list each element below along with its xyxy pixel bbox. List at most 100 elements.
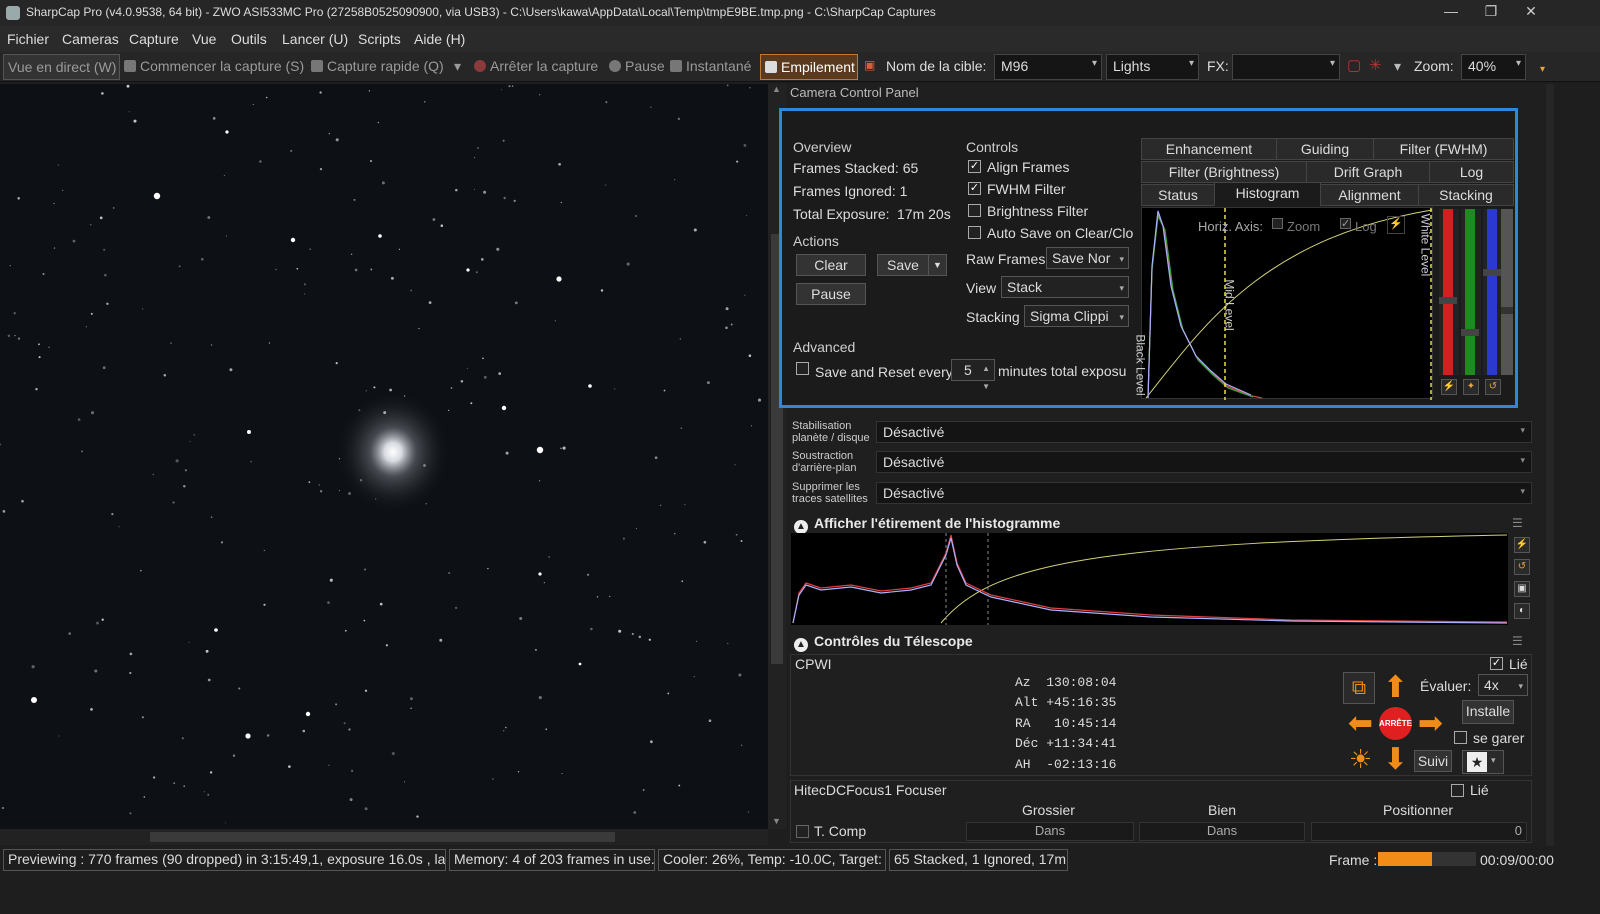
pause-stack-button[interactable]: Pause — [796, 283, 866, 305]
align-frames-checkbox[interactable]: ✓ — [968, 160, 981, 173]
clear-button[interactable]: Clear — [796, 254, 866, 276]
stacking-method-select[interactable]: Sigma Clippi ▾ — [1024, 305, 1129, 327]
focuser-linked-checkbox[interactable] — [1451, 784, 1464, 797]
background-subtraction-select[interactable]: Désactivé ▾ — [876, 451, 1532, 473]
arrow-left-icon[interactable]: ⬅ — [1343, 706, 1378, 741]
histogram-stretch-plot[interactable] — [791, 533, 1508, 625]
collapse-icon[interactable]: ▲ — [794, 638, 808, 652]
satellite-removal-select[interactable]: Désactivé ▾ — [876, 482, 1532, 504]
star — [496, 247, 500, 251]
section-menu-icon[interactable]: ☰ — [1512, 516, 1523, 530]
stop-capture-button[interactable]: Arrêter la capture — [474, 58, 598, 74]
sparkle-icon[interactable]: ✦ — [1463, 379, 1479, 395]
zoom-select[interactable]: 40% ▾ — [1461, 54, 1526, 80]
snapshot-button[interactable]: Instantané — [670, 58, 751, 74]
tab-status[interactable]: Status — [1141, 184, 1215, 206]
fwhm-filter-checkbox[interactable]: ✓ — [968, 182, 981, 195]
fx-select[interactable]: ▾ — [1232, 54, 1340, 80]
fine-label: Bien — [1208, 802, 1237, 818]
save-reset-minutes[interactable]: 5 ▲ ▼ — [951, 359, 995, 391]
minimize-icon[interactable]: — — [1441, 3, 1461, 23]
menu-cameras[interactable]: Cameras — [62, 31, 119, 47]
goto-icon[interactable]: ⧉ — [1343, 672, 1375, 704]
reset-icon[interactable]: ↺ — [1485, 379, 1501, 395]
brightness-filter-checkbox[interactable] — [968, 204, 981, 217]
tab-guiding[interactable]: Guiding — [1276, 138, 1374, 160]
rate-select[interactable]: 4x ▾ — [1478, 674, 1528, 696]
quick-capture-button[interactable]: Capture rapide (Q) — [311, 58, 444, 74]
reticle-icon[interactable]: ▢ — [1347, 56, 1361, 74]
panel-scrollbar[interactable] — [1546, 84, 1554, 846]
contrast-icon[interactable]: ◐ — [1514, 603, 1530, 619]
telescope-header[interactable]: ▲ Contrôles du Télescope — [794, 633, 973, 652]
view-select[interactable]: Stack ▾ — [1001, 276, 1129, 298]
save-icon[interactable]: ▣ — [1514, 581, 1530, 597]
annotation-icon[interactable]: ✳ — [1369, 56, 1382, 74]
histogram-plot[interactable]: Horiz. Axis: Zoom ✓ Log ⚡ Black Level Mi… — [1134, 207, 1433, 400]
start-capture-button[interactable]: Commencer la capture (S) — [124, 58, 304, 74]
coarse-in-button[interactable]: Dans — [966, 822, 1134, 841]
stack-status: 65 Stacked, 1 Ignored, 17m — [889, 849, 1068, 871]
star — [368, 90, 371, 92]
tab-enhancement[interactable]: Enhancement — [1141, 138, 1277, 160]
tab-filter-brightness[interactable]: Filter (Brightness) — [1141, 161, 1307, 183]
park-checkbox[interactable] — [1454, 731, 1467, 744]
save-dropdown-icon[interactable]: ▼ — [928, 254, 947, 276]
spinner-icon[interactable]: ▲ ▼ — [982, 360, 990, 396]
menu-tools[interactable]: Outils — [231, 31, 267, 47]
close-icon[interactable]: ✕ — [1521, 3, 1541, 23]
planet-stabilisation-select[interactable]: Désactivé ▾ — [876, 421, 1532, 443]
menu-launch[interactable]: Lancer (U) — [282, 31, 348, 47]
position-input[interactable]: 0 — [1311, 822, 1527, 841]
menu-scripts[interactable]: Scripts — [358, 31, 401, 47]
frame-type-select[interactable]: Lights ▾ — [1106, 54, 1199, 80]
raw-frames-select[interactable]: Save Nor ▾ — [1046, 247, 1129, 269]
target-name-field[interactable]: M96 ▾ — [994, 54, 1102, 80]
stacking-button[interactable]: Empilement — [760, 54, 858, 80]
histogram-stretch-header[interactable]: ▲ Afficher l'étirement de l'histogramme — [794, 515, 1060, 534]
auto-save-checkbox[interactable] — [968, 226, 981, 239]
tab-filter-fwhm[interactable]: Filter (FWHM) — [1373, 138, 1514, 160]
stop-button[interactable]: ARRÊTE — [1379, 707, 1412, 740]
menu-view[interactable]: Vue — [192, 31, 216, 47]
log-checkbox[interactable]: ✓ — [1340, 218, 1351, 230]
star-dropdown[interactable]: ★ ▾ — [1462, 750, 1504, 774]
viewer-horizontal-scrollbar[interactable] — [0, 829, 768, 845]
image-viewer[interactable] — [0, 84, 768, 829]
save-reset-checkbox[interactable] — [796, 362, 809, 375]
telescope-linked-checkbox[interactable]: ✓ — [1490, 657, 1503, 670]
live-view-button[interactable]: Vue en direct (W) — [3, 54, 120, 80]
lightning-icon[interactable]: ⚡ — [1441, 379, 1457, 395]
overflow-icon[interactable]: ▾ — [1540, 64, 1545, 75]
tab-histogram[interactable]: Histogram — [1214, 182, 1321, 206]
menu-capture[interactable]: Capture — [129, 31, 179, 47]
menu-help[interactable]: Aide (H) — [414, 31, 465, 47]
arrow-down-icon[interactable]: ⬇ — [1378, 742, 1413, 777]
quick-capture-dropdown-icon[interactable]: ▾ — [454, 58, 461, 75]
tab-drift-graph[interactable]: Drift Graph — [1306, 161, 1430, 183]
pause-button[interactable]: Pause — [609, 58, 665, 74]
track-button[interactable]: Suivi — [1414, 750, 1452, 772]
arrow-right-icon[interactable]: ➡ — [1413, 706, 1448, 741]
collapse-icon[interactable]: ▲ — [794, 520, 808, 534]
menu-file[interactable]: Fichier — [7, 31, 49, 47]
tcomp-checkbox[interactable] — [796, 825, 809, 838]
rgb-level-sliders[interactable] — [1435, 209, 1515, 377]
restore-icon[interactable]: ❐ — [1481, 3, 1501, 23]
star — [519, 616, 523, 621]
tab-alignment[interactable]: Alignment — [1320, 184, 1419, 206]
section-menu-icon[interactable]: ☰ — [1512, 634, 1523, 648]
arrow-up-icon[interactable]: ⬆ — [1378, 670, 1413, 705]
reset-icon[interactable]: ↺ — [1514, 559, 1530, 575]
auto-stretch-icon[interactable]: ⚡ — [1514, 537, 1530, 553]
star — [631, 632, 634, 636]
install-button[interactable]: Installe — [1462, 700, 1514, 724]
fine-in-button[interactable]: Dans — [1139, 822, 1305, 841]
target-sun-icon[interactable]: ☀ — [1343, 742, 1378, 777]
chevron-down-icon[interactable]: ▾ — [1394, 58, 1401, 75]
zoom-checkbox[interactable] — [1272, 218, 1283, 229]
auto-stretch-icon[interactable]: ⚡ — [1387, 216, 1405, 234]
tab-stacking[interactable]: Stacking — [1418, 184, 1514, 206]
tab-log[interactable]: Log — [1429, 161, 1514, 183]
save-button[interactable]: Save — [877, 254, 929, 276]
